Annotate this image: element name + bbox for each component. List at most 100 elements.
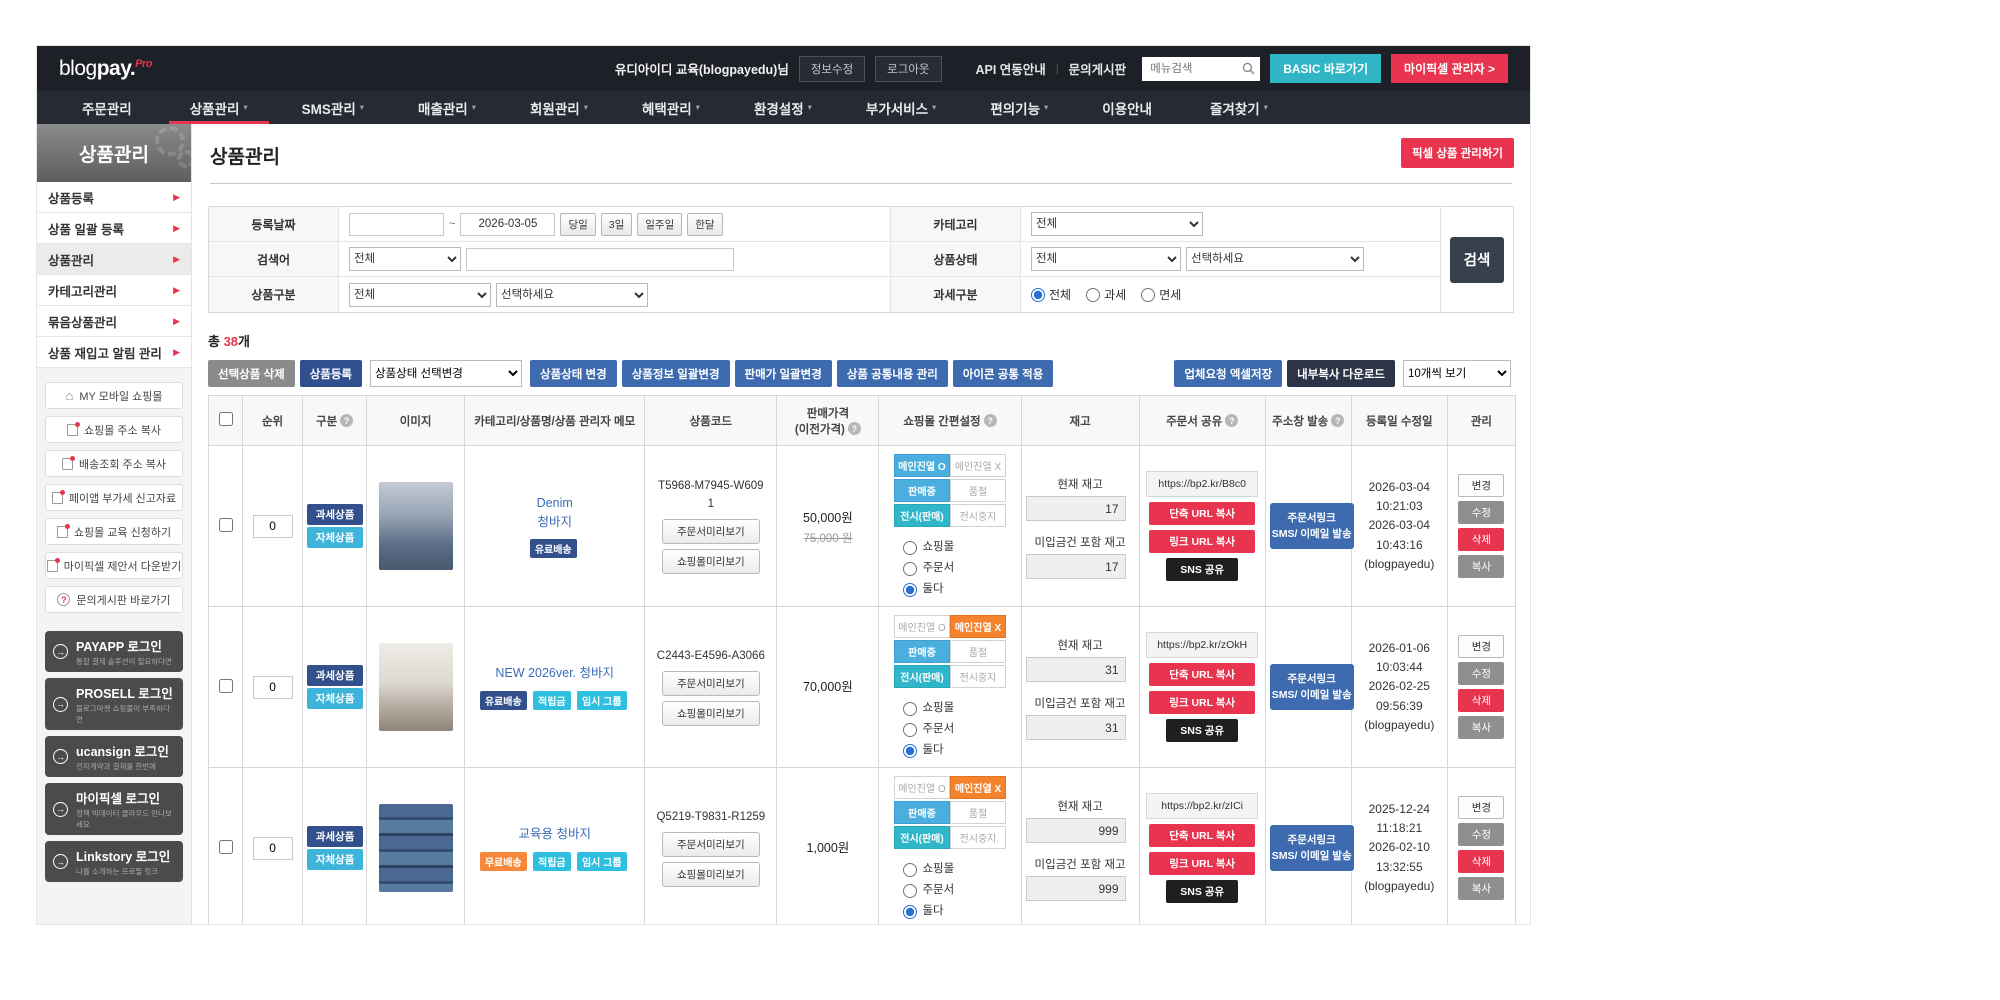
link-my-mobile-shop[interactable]: ⌂ MY 모바일 쇼핑몰 xyxy=(45,382,183,409)
current-stock-value[interactable]: 31 xyxy=(1025,657,1126,682)
api-guide-link[interactable]: API 연동안내 xyxy=(976,59,1046,78)
mypixel-admin-button[interactable]: 마이픽셀 관리자 > xyxy=(1391,54,1508,83)
link-shop-training[interactable]: 쇼핑몰 교육 신청하기 xyxy=(45,518,183,545)
display-stop-badge[interactable]: 전시중지 xyxy=(949,504,1006,527)
display-sell-badge[interactable]: 전시(판매) xyxy=(893,504,950,527)
order-preview-button[interactable]: 주문서미리보기 xyxy=(661,832,760,858)
date-to-input[interactable] xyxy=(460,212,556,236)
sns-share-button[interactable]: SNS 공유 xyxy=(1166,558,1239,581)
sidebar-item-product-register[interactable]: 상품등록 ▶ xyxy=(37,182,191,213)
change-button[interactable]: 변경 xyxy=(1458,796,1505,819)
sidebar-item-bundle-management[interactable]: 묶음상품관리 ▶ xyxy=(37,306,191,337)
selling-badge[interactable]: 판매중 xyxy=(893,801,950,824)
keyword-input[interactable] xyxy=(466,247,734,271)
channel-order-radio[interactable]: 주문서 xyxy=(903,880,1016,901)
edit-info-button[interactable]: 정보수정 xyxy=(798,55,866,82)
nav-usage-guide[interactable]: 이용안내 xyxy=(1075,91,1183,124)
rank-input[interactable] xyxy=(252,675,293,699)
short-url[interactable]: https://bp2.kr/zICi xyxy=(1146,793,1259,819)
quick-date-today-button[interactable]: 당일 xyxy=(560,212,596,236)
display-sell-badge[interactable]: 전시(판매) xyxy=(893,665,950,688)
main-display-off-badge[interactable]: 메인진열 X xyxy=(949,776,1006,799)
selling-badge[interactable]: 판매중 xyxy=(893,479,950,502)
help-icon[interactable]: ? xyxy=(983,414,997,427)
nav-order-management[interactable]: 주문관리 xyxy=(55,91,163,124)
sidebar-item-restock-alert[interactable]: 상품 재입고 알림 관리 ▶ xyxy=(37,337,191,368)
excel-export-button[interactable]: 업체요청 엑셀저장 xyxy=(1174,360,1283,387)
delete-button[interactable]: 삭제 xyxy=(1458,528,1505,551)
edit-button[interactable]: 수정 xyxy=(1458,662,1505,685)
mypixel-login-button[interactable]: → 마이픽셀 로그인 정책 빅데이터 클라우드 만나보세요 xyxy=(45,783,183,835)
link-copy-tracking-url[interactable]: 배송조회 주소 복사 xyxy=(45,450,183,477)
internal-copy-download-button[interactable]: 내부복사 다운로드 xyxy=(1287,360,1395,387)
per-page-select[interactable]: 10개씩 보기 xyxy=(1403,360,1511,387)
send-order-link-button[interactable]: 주문서링크 SMS/ 이메일 발송 xyxy=(1269,663,1354,711)
main-display-on-badge[interactable]: 메인진열 O xyxy=(893,454,950,477)
date-from-input[interactable] xyxy=(349,212,444,236)
main-display-off-badge[interactable]: 메인진열 X xyxy=(949,454,1006,477)
copy-link-url-button[interactable]: 링크 URL 복사 xyxy=(1149,691,1256,714)
order-preview-button[interactable]: 주문서미리보기 xyxy=(661,518,760,544)
bulk-edit-info-button[interactable]: 상품정보 일괄변경 xyxy=(621,360,730,387)
shop-preview-button[interactable]: 쇼핑몰미리보기 xyxy=(661,548,760,574)
ucansign-login-button[interactable]: → ucansign 로그인 전자계약과 결제를 한번에 xyxy=(45,736,183,777)
channel-both-radio[interactable]: 둘다 xyxy=(903,901,1016,922)
send-order-link-button[interactable]: 주문서링크 SMS/ 이메일 발송 xyxy=(1269,824,1354,872)
keyword-type-select[interactable]: 전체 xyxy=(349,247,461,271)
pixel-product-manage-button[interactable]: 픽셀 상품 관리하기 xyxy=(1400,138,1514,168)
sidebar-item-product-management[interactable]: 상품관리 ▶ xyxy=(37,244,191,275)
edit-button[interactable]: 수정 xyxy=(1458,501,1505,524)
payapp-login-button[interactable]: → PAYAPP 로그인 통합 결제 솔루션이 필요하다면 xyxy=(45,631,183,672)
help-icon[interactable]: ? xyxy=(1225,414,1239,427)
status-select[interactable]: 전체 xyxy=(1031,247,1181,271)
sns-share-button[interactable]: SNS 공유 xyxy=(1166,719,1239,742)
copy-button[interactable]: 복사 xyxy=(1458,877,1505,900)
search-button[interactable]: 검색 xyxy=(1450,236,1504,283)
tax-taxable-radio[interactable]: 과세 xyxy=(1086,286,1126,303)
main-display-on-badge[interactable]: 메인진열 O xyxy=(893,615,950,638)
product-name-link[interactable]: 교육용 청바지 xyxy=(469,825,640,844)
tax-exempt-radio[interactable]: 면세 xyxy=(1141,286,1181,303)
delete-selected-button[interactable]: 선택상품 삭제 xyxy=(208,360,295,387)
change-button[interactable]: 변경 xyxy=(1458,635,1505,658)
channel-shop-radio[interactable]: 쇼핑몰 xyxy=(903,698,1016,719)
copy-short-url-button[interactable]: 단축 URL 복사 xyxy=(1149,663,1256,686)
search-icon[interactable] xyxy=(1242,62,1255,75)
pending-stock-value[interactable]: 17 xyxy=(1025,554,1126,579)
soldout-badge[interactable]: 품절 xyxy=(949,801,1006,824)
product-name-link[interactable]: NEW 2026ver. 청바지 xyxy=(469,664,640,683)
channel-order-radio[interactable]: 주문서 xyxy=(903,558,1016,579)
copy-link-url-button[interactable]: 링크 URL 복사 xyxy=(1149,530,1256,553)
delete-button[interactable]: 삭제 xyxy=(1458,689,1505,712)
nav-product-management[interactable]: 상품관리 ▾ xyxy=(163,91,275,124)
main-display-off-badge[interactable]: 메인진열 X xyxy=(949,615,1006,638)
nav-convenience[interactable]: 편의기능 ▾ xyxy=(963,91,1075,124)
nav-favorites[interactable]: 즐겨찾기 ▾ xyxy=(1183,91,1295,124)
help-icon[interactable]: ? xyxy=(1331,414,1345,427)
quick-date-week-button[interactable]: 일주일 xyxy=(637,212,683,236)
prosell-login-button[interactable]: → PROSELL 로그인 블로그마켓 쇼핑몰이 부족하다면 xyxy=(45,678,183,730)
product-image[interactable] xyxy=(378,643,453,731)
selling-badge[interactable]: 판매중 xyxy=(893,640,950,663)
main-display-on-badge[interactable]: 메인진열 O xyxy=(893,776,950,799)
row-checkbox[interactable] xyxy=(218,839,233,854)
copy-short-url-button[interactable]: 단축 URL 복사 xyxy=(1149,502,1256,525)
sidebar-item-category-management[interactable]: 카테고리관리 ▶ xyxy=(37,275,191,306)
edit-button[interactable]: 수정 xyxy=(1458,823,1505,846)
channel-both-radio[interactable]: 둘다 xyxy=(903,579,1016,600)
product-type-detail-select[interactable]: 선택하세요 xyxy=(496,282,648,307)
display-sell-badge[interactable]: 전시(판매) xyxy=(893,826,950,849)
current-stock-value[interactable]: 999 xyxy=(1025,818,1126,843)
channel-shop-radio[interactable]: 쇼핑몰 xyxy=(903,859,1016,880)
display-stop-badge[interactable]: 전시중지 xyxy=(949,665,1006,688)
copy-button[interactable]: 복사 xyxy=(1458,716,1505,739)
shop-preview-button[interactable]: 쇼핑몰미리보기 xyxy=(661,701,760,727)
blogpay-logo[interactable]: blog pay. Pro xyxy=(59,57,153,81)
product-image[interactable] xyxy=(378,482,453,570)
copy-link-url-button[interactable]: 링크 URL 복사 xyxy=(1149,852,1256,875)
status-detail-select[interactable]: 선택하세요 xyxy=(1186,247,1364,271)
channel-both-radio[interactable]: 둘다 xyxy=(903,740,1016,761)
soldout-badge[interactable]: 품절 xyxy=(949,479,1006,502)
help-icon[interactable]: ? xyxy=(340,414,354,427)
product-name-link[interactable]: 청바지 xyxy=(469,513,640,532)
